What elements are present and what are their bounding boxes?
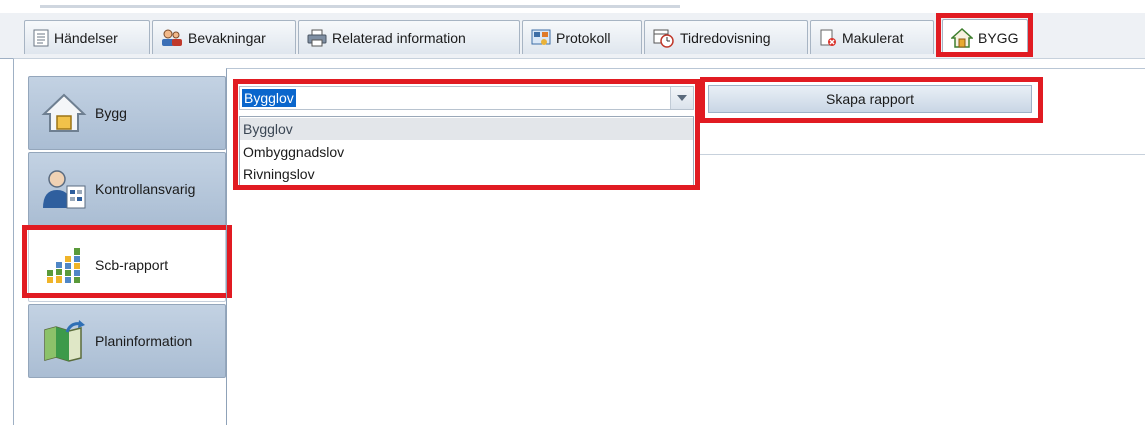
plan-map-icon [44, 320, 85, 362]
bar-chart-icon [47, 248, 80, 283]
sidebar-item-label: Planinformation [95, 333, 193, 349]
tab-label: Händelser [54, 29, 118, 46]
house-icon [951, 27, 973, 48]
tab-label: BYGG [978, 29, 1019, 46]
divider [700, 154, 1145, 155]
users-icon [162, 29, 182, 46]
tab-label: Protokoll [556, 29, 611, 46]
report-type-dropdown: Bygglov Ombyggnadslov Rivningslov [239, 116, 694, 186]
sidebar-item-kontrollansvarig[interactable]: Kontrollansvarig [28, 152, 226, 226]
protocol-icon [531, 29, 551, 45]
tab-handelser[interactable]: Händelser [24, 20, 150, 54]
sidebar-item-planinformation[interactable]: Planinformation [28, 304, 226, 378]
tab-label: Bevakningar [188, 29, 266, 46]
option-ombyggnadslov[interactable]: Ombyggnadslov [240, 141, 693, 163]
tab-label: Tidredovisning [680, 29, 771, 46]
chevron-down-icon [677, 95, 687, 101]
sidebar-item-scb-rapport[interactable]: Scb-rapport [28, 228, 226, 302]
tab-bygg[interactable]: BYGG [942, 19, 1028, 55]
create-report-button[interactable]: Skapa rapport [708, 85, 1032, 113]
option-rivningslov[interactable]: Rivningslov [240, 163, 693, 185]
document-list-icon [33, 29, 49, 46]
tab-bar: Händelser Bevakningar Relaterad informat… [0, 13, 1145, 59]
sidebar-item-label: Kontrollansvarig [95, 181, 196, 197]
tab-protokoll[interactable]: Protokoll [522, 20, 642, 54]
dropdown-toggle[interactable] [670, 87, 693, 109]
tab-makulerat[interactable]: Makulerat [810, 20, 934, 54]
tab-label: Makulerat [842, 29, 904, 46]
calendar-clock-icon [653, 29, 674, 48]
house-icon [41, 93, 87, 132]
sidebar-item-label: Scb-rapport [95, 257, 169, 273]
tab-tidredovisning[interactable]: Tidredovisning [644, 20, 808, 54]
report-type-combobox[interactable]: Bygglov [239, 86, 694, 110]
option-bygglov[interactable]: Bygglov [240, 118, 693, 140]
tab-bevakningar[interactable]: Bevakningar [152, 20, 296, 54]
cancelled-document-icon [820, 29, 836, 46]
top-strip [0, 0, 1145, 13]
sidebar-item-label: Bygg [95, 105, 127, 121]
printer-icon [307, 29, 327, 46]
combobox-value[interactable]: Bygglov [242, 89, 296, 107]
tab-relaterad-information[interactable]: Relaterad information [298, 20, 520, 54]
window-edge [40, 0, 680, 8]
sidebar-item-bygg[interactable]: Bygg [28, 76, 226, 150]
inspector-icon [43, 170, 86, 209]
tab-label: Relaterad information [332, 29, 466, 46]
